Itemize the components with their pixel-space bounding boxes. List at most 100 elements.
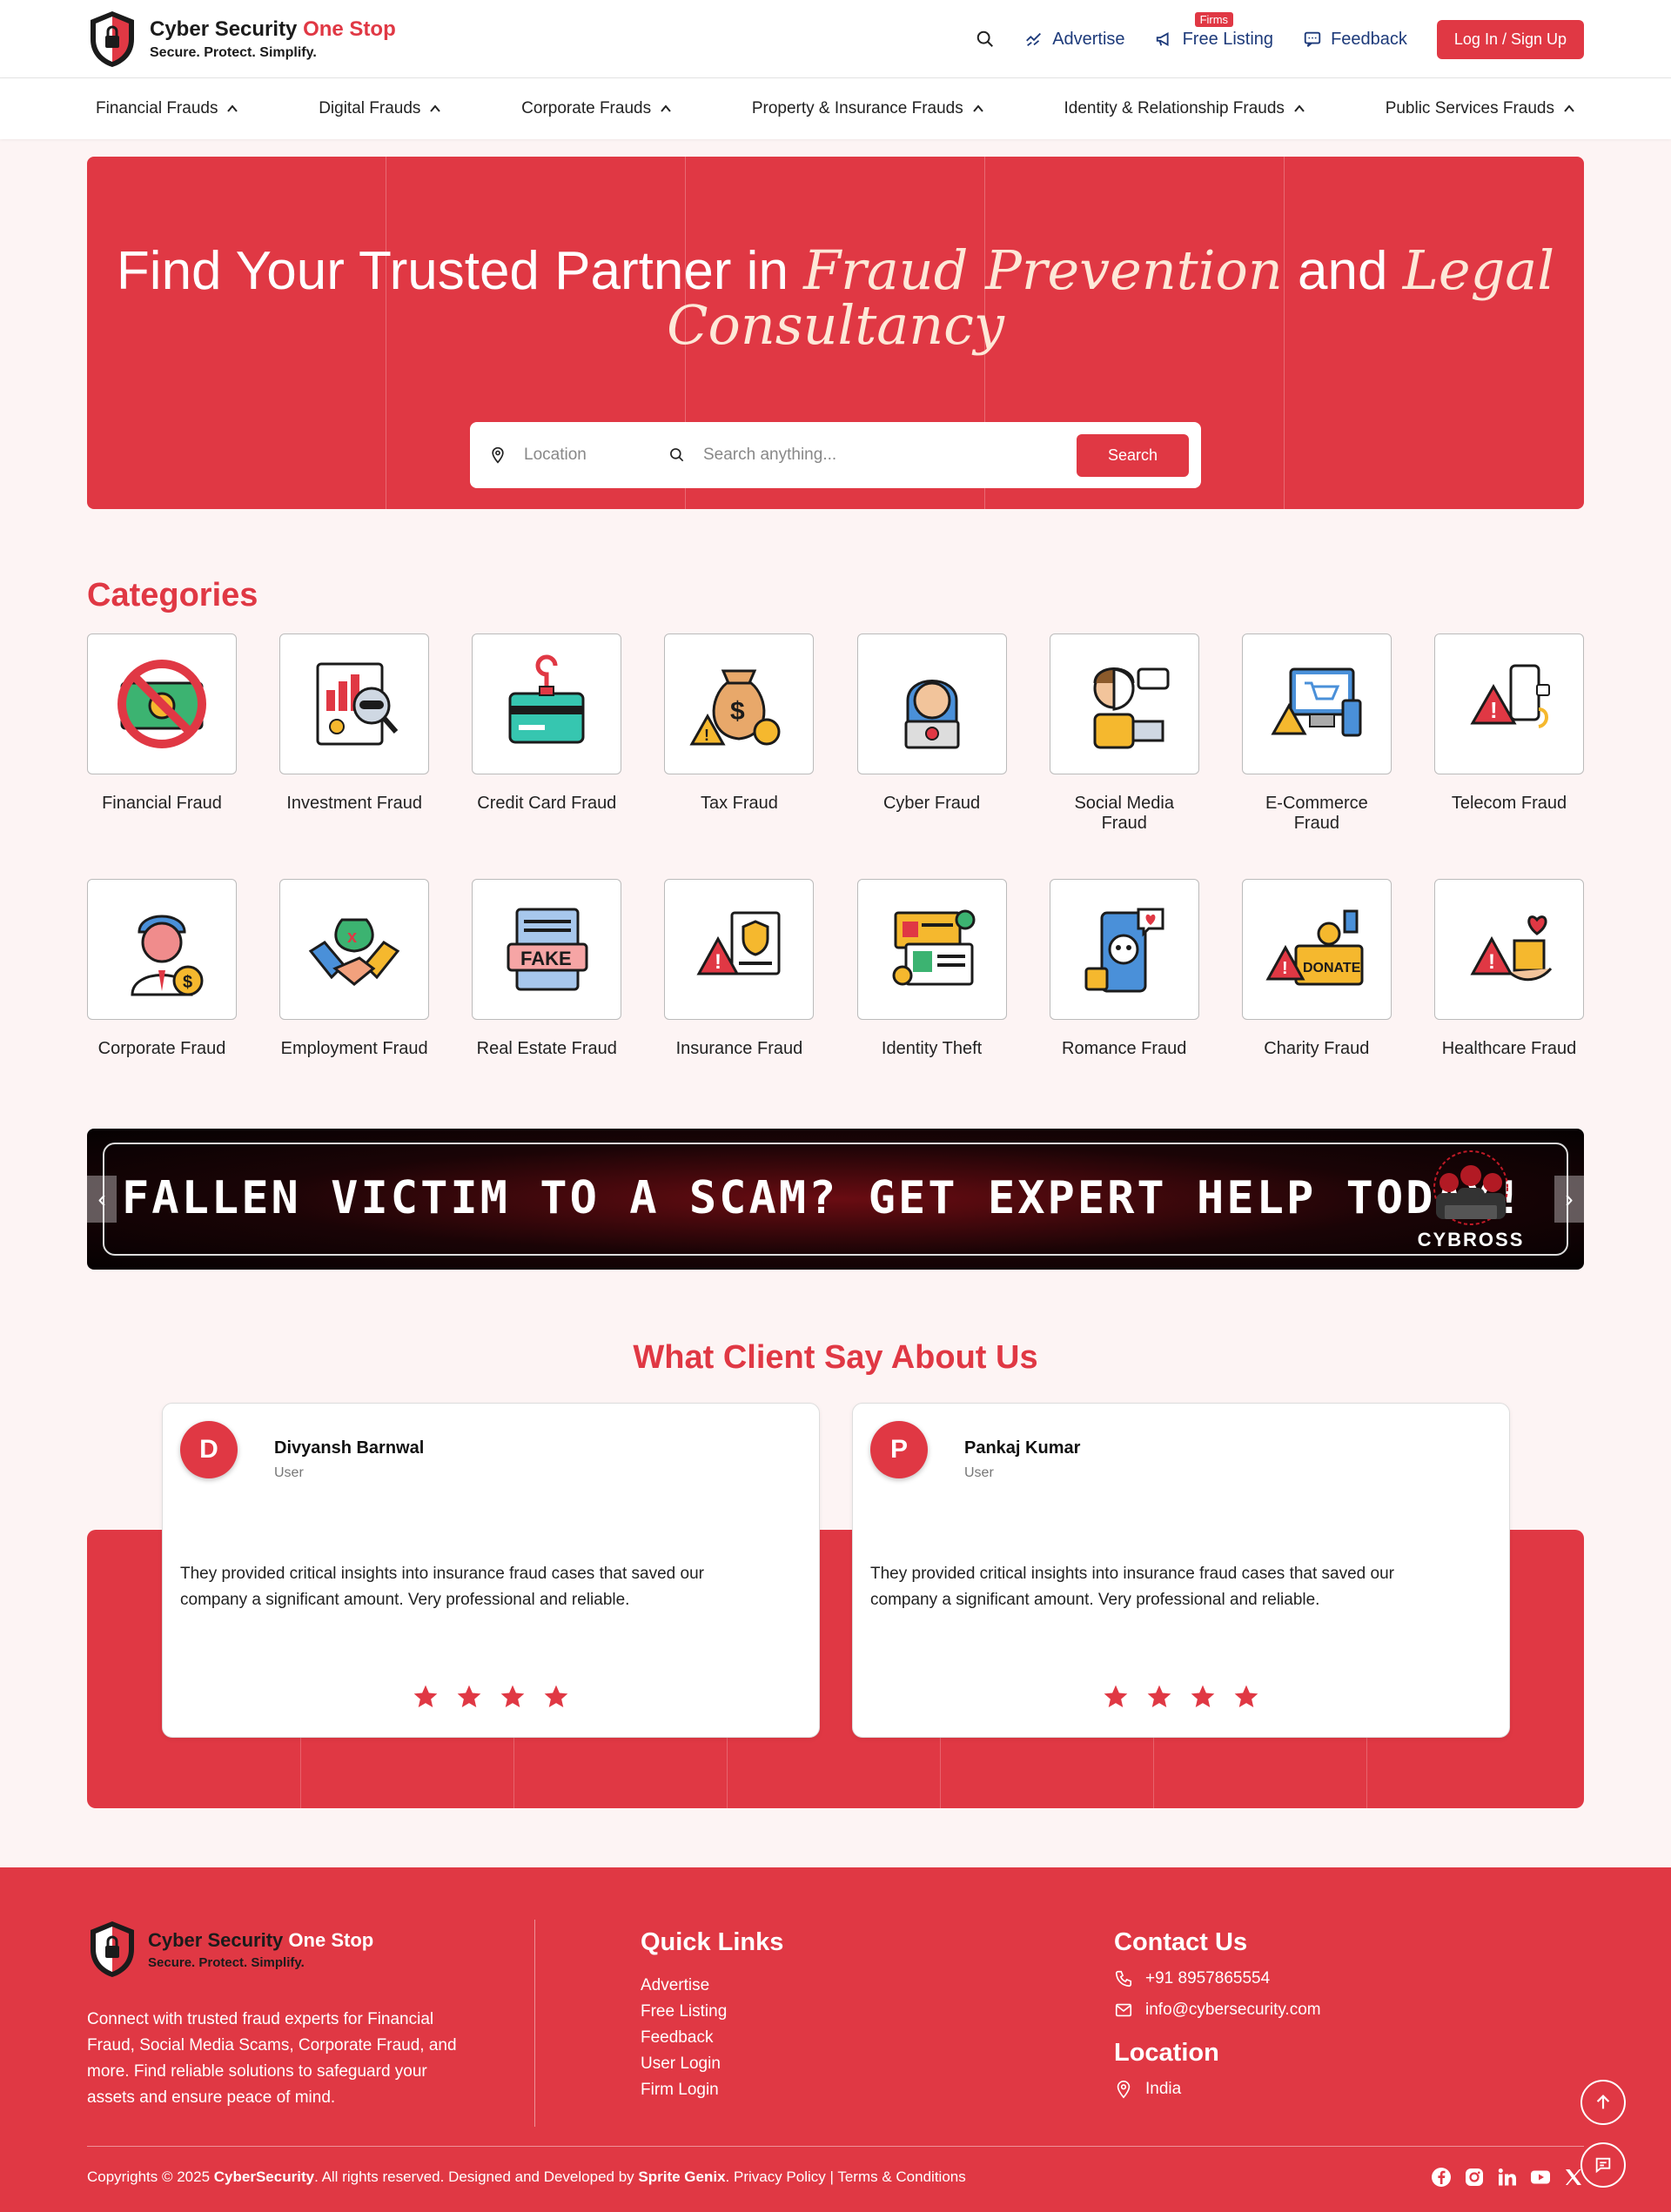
chat-button[interactable]: [1580, 2142, 1626, 2188]
star-icon: [457, 1685, 481, 1707]
svg-text:DONATE: DONATE: [1303, 961, 1361, 975]
category-card[interactable]: Romance Fraud: [1049, 879, 1199, 1059]
footer-brand-name: Cyber Security: [148, 1928, 284, 1951]
category-image: [1049, 879, 1199, 1020]
hero-title: Find Your Trusted Partner in Fraud Preve…: [116, 238, 1555, 357]
chevron-up-icon: [227, 104, 238, 112]
nav-item[interactable]: Identity & Relationship Frauds: [1064, 99, 1305, 118]
chat-bubble-icon: [1304, 31, 1321, 47]
login-signup-button[interactable]: Log In / Sign Up: [1436, 19, 1584, 59]
scroll-to-top-button[interactable]: [1580, 2080, 1626, 2125]
promo-banner[interactable]: ‹ › FALLEN VICTIM TO A SCAM? GET EXPERT …: [87, 1129, 1584, 1270]
cybross-logo-text: CYBROSS: [1417, 1229, 1525, 1250]
reviewer-name: Divyansh Barnwal: [274, 1438, 425, 1458]
svg-text:$: $: [730, 697, 745, 726]
investment-report-icon: [316, 662, 399, 746]
category-label: Corporate Fraud: [97, 1039, 226, 1058]
categories-grid: Financial Fraud Investment Fraud Credit …: [87, 633, 1584, 1059]
category-card[interactable]: Financial Fraud: [87, 633, 237, 834]
hero-banner: Find Your Trusted Partner in Fraud Preve…: [87, 157, 1584, 509]
quick-link[interactable]: User Login: [641, 2054, 783, 2074]
top-header: Cyber Security One Stop Secure. Protect.…: [0, 0, 1671, 78]
free-listing-link[interactable]: Firms Free Listing: [1155, 11, 1273, 50]
youtube-icon[interactable]: [1530, 2167, 1551, 2188]
healthcare-warning-icon: !: [1470, 915, 1553, 982]
contact-phone[interactable]: +91 8957865554: [1114, 1969, 1321, 1988]
banner-next-arrow[interactable]: ›: [1554, 1176, 1584, 1223]
category-image: x: [279, 879, 430, 1020]
cybross-logo: CYBROSS: [1410, 1148, 1532, 1252]
chevron-up-icon: [661, 104, 671, 112]
svg-text:!: !: [715, 950, 721, 974]
category-label: Investment Fraud: [286, 794, 422, 813]
copyright: Copyrights © 2025 CyberSecurity. All rig…: [87, 2168, 966, 2185]
nav-item[interactable]: Public Services Frauds: [1386, 99, 1575, 118]
category-label: E-Commerce Fraud: [1265, 794, 1368, 833]
category-card[interactable]: $ Corporate Fraud: [87, 879, 237, 1059]
reviewer-role: User: [274, 1465, 304, 1480]
category-card[interactable]: FAKE Real Estate Fraud: [472, 879, 622, 1059]
category-label: Credit Card Fraud: [477, 794, 617, 813]
linkedin-icon[interactable]: [1497, 2167, 1518, 2188]
arrow-up-icon: [1596, 2095, 1610, 2109]
quick-link[interactable]: Firm Login: [641, 2081, 783, 2100]
category-card[interactable]: DONATE! Charity Fraud: [1241, 879, 1392, 1059]
category-label: Telecom Fraud: [1451, 794, 1567, 813]
category-card[interactable]: E-Commerce Fraud: [1241, 633, 1392, 834]
advertise-link[interactable]: Advertise: [1024, 30, 1125, 50]
quick-link[interactable]: Advertise: [641, 1976, 783, 1995]
location-pin-icon: [492, 446, 504, 464]
nav-item[interactable]: Property & Insurance Frauds: [752, 99, 984, 118]
firms-badge: Firms: [1194, 11, 1234, 27]
search-icon[interactable]: [976, 30, 995, 49]
social-media-mask-icon: [1093, 667, 1170, 749]
svg-text:FAKE: FAKE: [520, 948, 572, 969]
category-card[interactable]: ! Insurance Fraud: [664, 879, 815, 1059]
category-card[interactable]: ! Healthcare Fraud: [1433, 879, 1584, 1059]
brand-logo[interactable]: Cyber Security One Stop Secure. Protect.…: [87, 10, 396, 69]
search-button[interactable]: Search: [1076, 433, 1189, 477]
quick-link[interactable]: Feedback: [641, 2028, 783, 2048]
svg-text:!: !: [1490, 697, 1498, 723]
quick-link[interactable]: Free Listing: [641, 2002, 783, 2021]
footer-description: Connect with trusted fraud experts for F…: [87, 2010, 457, 2107]
svg-text:x: x: [347, 928, 357, 947]
category-image: $!: [664, 633, 815, 774]
star-icon: [1104, 1685, 1128, 1707]
nav-item[interactable]: Financial Frauds: [96, 99, 238, 118]
contact-email[interactable]: info@cybersecurity.com: [1114, 2001, 1321, 2020]
shield-logo-icon: [91, 11, 134, 67]
category-card[interactable]: Credit Card Fraud: [472, 633, 622, 834]
brand-accent: One Stop: [303, 17, 396, 41]
facebook-icon[interactable]: [1431, 2167, 1452, 2188]
search-input[interactable]: Search anything...: [668, 446, 1077, 465]
testimonial-text: They provided critical insights into ins…: [180, 1565, 704, 1609]
category-card[interactable]: Identity Theft: [856, 879, 1007, 1059]
banner-prev-arrow[interactable]: ‹: [87, 1176, 117, 1223]
banner-text: FALLEN VICTIM TO A SCAM? GET EXPERT HELP…: [122, 1172, 1526, 1224]
romance-skull-phone-icon: [1084, 908, 1164, 993]
instagram-icon[interactable]: [1464, 2167, 1485, 2188]
legal-links[interactable]: . Privacy Policy | Terms & Conditions: [726, 2168, 966, 2185]
category-label: Tax Fraud: [700, 794, 778, 813]
handshake-bag-icon: x: [308, 918, 400, 986]
category-image: !: [664, 879, 815, 1020]
category-card[interactable]: Cyber Fraud: [856, 633, 1007, 834]
corporate-man-icon: $: [131, 915, 204, 996]
location-input[interactable]: Location: [489, 446, 668, 465]
category-card[interactable]: ! Telecom Fraud: [1433, 633, 1584, 834]
nav-item[interactable]: Digital Frauds: [319, 99, 441, 118]
star-icon: [544, 1685, 568, 1707]
brand-name: Cyber Security: [150, 17, 298, 41]
testimonial-text: They provided critical insights into ins…: [870, 1565, 1394, 1609]
category-card[interactable]: Social Media Fraud: [1049, 633, 1199, 834]
nav-item[interactable]: Corporate Frauds: [521, 99, 672, 118]
footer-brand-logo[interactable]: Cyber Security One Stop Secure. Protect.…: [87, 1920, 479, 1979]
category-label: Real Estate Fraud: [476, 1039, 617, 1058]
category-card[interactable]: $! Tax Fraud: [664, 633, 815, 834]
contact-title: Contact Us: [1114, 1928, 1248, 1956]
category-card[interactable]: x Employment Fraud: [279, 879, 430, 1059]
category-label: Charity Fraud: [1264, 1039, 1370, 1058]
feedback-link[interactable]: Feedback: [1303, 30, 1407, 50]
category-card[interactable]: Investment Fraud: [279, 633, 430, 834]
